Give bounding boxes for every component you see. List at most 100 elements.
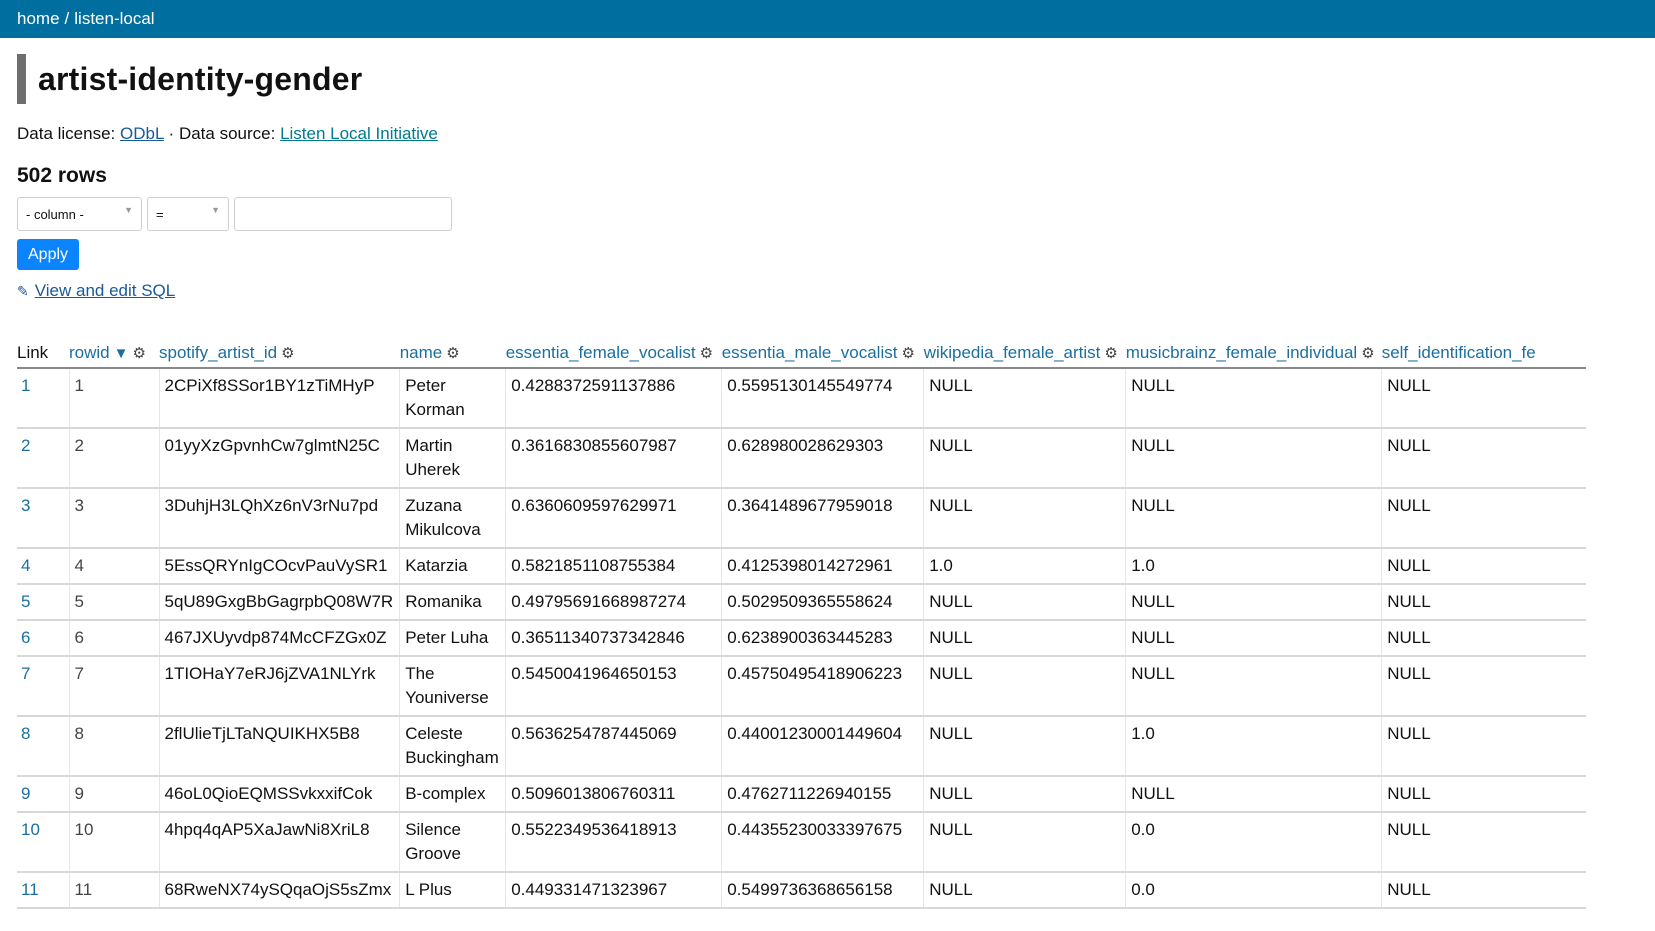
breadcrumb-home-link[interactable]: home — [17, 9, 60, 29]
row-link-cell: 8 — [17, 716, 69, 777]
chevron-down-icon: ▼ — [211, 205, 220, 215]
name-cell: B-complex — [399, 776, 506, 813]
breadcrumb-database-link[interactable]: listen-local — [74, 9, 154, 29]
column-select-value: - column - — [26, 206, 84, 222]
musicbrainz-female-individual-cell: 0.0 — [1125, 872, 1382, 909]
row-link[interactable]: 5 — [21, 592, 30, 611]
column-header-label[interactable]: rowid — [69, 343, 110, 362]
title-accent-bar — [17, 54, 26, 104]
row-link[interactable]: 10 — [21, 820, 40, 839]
column-select[interactable]: - column - ▼ — [17, 197, 142, 231]
name-cell: Celeste Buckingham — [399, 716, 506, 777]
essentia-male-vocalist-cell: 0.6238900363445283 — [721, 620, 924, 657]
essentia-male-vocalist-cell: 0.44355230033397675 — [721, 812, 924, 873]
operator-select-value: = — [156, 206, 164, 222]
table-row: 11 11 68RweNX74ySQqaOjS5sZmx L Plus 0.449331… — [17, 872, 1586, 909]
column-header-wikipedia-female-artist[interactable]: wikipedia_female_artist ⚙ — [924, 341, 1126, 368]
row-link[interactable]: 2 — [21, 436, 30, 455]
source-label: Data source: — [178, 124, 276, 143]
column-header-name[interactable]: name ⚙ — [400, 341, 506, 368]
table-row: 8 8 2flUlieTjLTaNQUIKHX5B8 Celeste Buckingh… — [17, 716, 1586, 777]
row-link[interactable]: 4 — [21, 556, 30, 575]
column-header-label[interactable]: wikipedia_female_artist — [924, 343, 1101, 362]
row-link-cell: 3 — [17, 488, 69, 549]
column-header-label[interactable]: essentia_female_vocalist — [506, 343, 696, 362]
license-label: Data license: — [17, 124, 116, 143]
name-cell: The Youniverse — [399, 656, 506, 717]
operator-select[interactable]: = ▼ — [147, 197, 229, 231]
column-header-label[interactable]: name — [400, 343, 443, 362]
sort-desc-icon: ▼ — [113, 345, 129, 362]
self-identification-cell: NULL — [1381, 584, 1586, 621]
wikipedia-female-artist-cell: NULL — [923, 428, 1126, 489]
column-header-self-identification[interactable]: self_identification_fe — [1382, 341, 1586, 368]
rowid-cell: 9 — [68, 776, 159, 813]
row-link[interactable]: 11 — [21, 880, 39, 899]
name-cell: Martin Uherek — [399, 428, 506, 489]
gear-icon[interactable]: ⚙ — [446, 345, 459, 362]
row-link-cell: 10 — [17, 812, 69, 873]
name-cell: Romanika — [399, 584, 506, 621]
musicbrainz-female-individual-cell: NULL — [1125, 584, 1382, 621]
row-link-cell: 9 — [17, 776, 69, 813]
row-link[interactable]: 3 — [21, 496, 30, 515]
wikipedia-female-artist-cell: NULL — [923, 812, 1126, 873]
musicbrainz-female-individual-cell: NULL — [1125, 428, 1382, 489]
self-identification-cell: NULL — [1381, 812, 1586, 873]
row-link-cell: 2 — [17, 428, 69, 489]
self-identification-cell: NULL — [1381, 656, 1586, 717]
musicbrainz-female-individual-cell: 0.0 — [1125, 812, 1382, 873]
spotify-artist-id-cell: 5EssQRYnIgCOcvPauVySR1 — [158, 548, 400, 585]
column-header-label[interactable]: musicbrainz_female_individual — [1126, 343, 1358, 362]
wikipedia-female-artist-cell: NULL — [923, 620, 1126, 657]
musicbrainz-female-individual-cell: NULL — [1125, 656, 1382, 717]
row-link[interactable]: 8 — [21, 724, 30, 743]
gear-icon[interactable]: ⚙ — [1361, 345, 1374, 362]
row-link[interactable]: 7 — [21, 664, 30, 683]
source-link[interactable]: Listen Local Initiative — [280, 124, 438, 143]
row-count: 502 rows — [17, 164, 107, 187]
column-header-essentia-female-vocalist[interactable]: essentia_female_vocalist ⚙ — [506, 341, 722, 368]
spotify-artist-id-cell: 467JXUyvdp874McCFZGx0Z — [158, 620, 400, 657]
gear-icon[interactable]: ⚙ — [132, 345, 145, 362]
apply-button[interactable]: Apply — [17, 239, 80, 270]
column-header-label[interactable]: spotify_artist_id — [159, 343, 277, 362]
essentia-female-vocalist-cell: 0.36511340737342846 — [505, 620, 722, 657]
wikipedia-female-artist-cell: NULL — [923, 716, 1126, 777]
column-header-label[interactable]: essentia_male_vocalist — [722, 343, 898, 362]
column-header-label[interactable]: self_identification_fe — [1382, 343, 1536, 362]
gear-icon[interactable]: ⚙ — [1104, 345, 1117, 362]
gear-icon[interactable]: ⚙ — [901, 345, 914, 362]
row-link[interactable]: 6 — [21, 628, 30, 647]
row-link-cell: 1 — [17, 368, 69, 429]
name-cell: Peter Luha — [399, 620, 506, 657]
filter-row: - column - ▼ = ▼ — [17, 197, 1655, 231]
self-identification-cell: NULL — [1381, 428, 1586, 489]
row-link[interactable]: 9 — [21, 784, 30, 803]
table-row: 9 9 46oL0QioEQMSSvkxxifCok B-complex 0.50960… — [17, 776, 1586, 813]
spotify-artist-id-cell: 46oL0QioEQMSSvkxxifCok — [158, 776, 400, 813]
essentia-male-vocalist-cell: 0.628980028629303 — [721, 428, 924, 489]
filter-value-input[interactable] — [234, 197, 452, 231]
essentia-male-vocalist-cell: 0.45750495418906223 — [721, 656, 924, 717]
view-edit-sql-link[interactable]: View and edit SQL — [35, 281, 176, 300]
table-row: 3 3 3DuhjH3LQhXz6nV3rNu7pd Zuzana Mikulcova… — [17, 488, 1586, 549]
rowid-cell: 8 — [68, 716, 159, 777]
spotify-artist-id-cell: 5qU89GxgBbGagrpbQ08W7R — [158, 584, 400, 621]
gear-icon[interactable]: ⚙ — [700, 345, 713, 362]
spotify-artist-id-cell: 3DuhjH3LQhXz6nV3rNu7pd — [158, 488, 400, 549]
column-header-rowid[interactable]: rowid ▼ ⚙ — [69, 341, 159, 368]
essentia-female-vocalist-cell: 0.4288372591137886 — [505, 368, 722, 429]
musicbrainz-female-individual-cell: NULL — [1125, 488, 1382, 549]
self-identification-cell: NULL — [1381, 716, 1586, 777]
column-header-essentia-male-vocalist[interactable]: essentia_male_vocalist ⚙ — [722, 341, 924, 368]
musicbrainz-female-individual-cell: NULL — [1125, 368, 1382, 429]
wikipedia-female-artist-cell: 1.0 — [923, 548, 1126, 585]
self-identification-cell: NULL — [1381, 620, 1586, 657]
gear-icon[interactable]: ⚙ — [281, 345, 294, 362]
column-header-musicbrainz-female-individual[interactable]: musicbrainz_female_individual ⚙ — [1126, 341, 1382, 368]
license-link[interactable]: ODbL — [120, 124, 164, 143]
row-link[interactable]: 1 — [21, 376, 30, 395]
column-header-spotify-artist-id[interactable]: spotify_artist_id ⚙ — [159, 341, 400, 368]
wikipedia-female-artist-cell: NULL — [923, 368, 1126, 429]
